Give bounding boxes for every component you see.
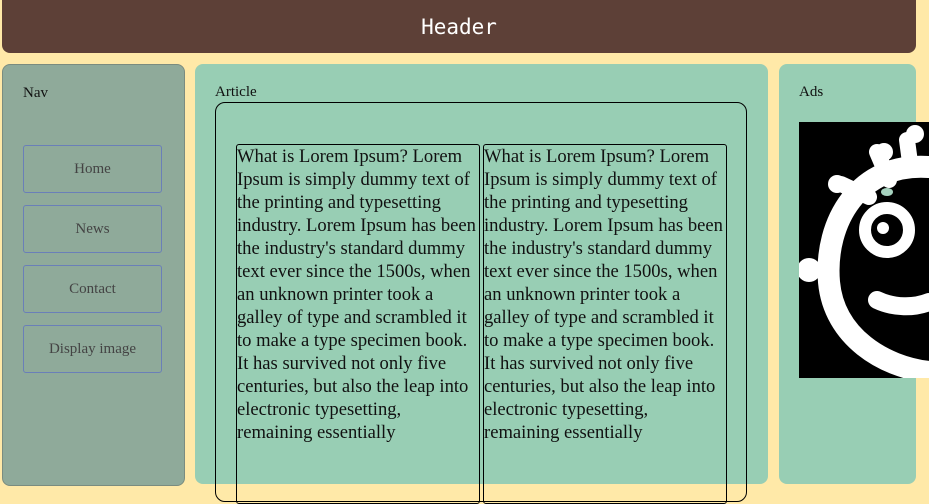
article-label: Article <box>215 84 257 100</box>
article-column-right: What is Lorem Ipsum? Lorem Ipsum is simp… <box>483 144 727 504</box>
header-title: Header <box>421 14 497 39</box>
nav-home-button[interactable]: Home <box>23 145 162 193</box>
nav-label: Nav <box>23 85 48 101</box>
ads-label: Ads <box>799 84 824 100</box>
article-frame: What is Lorem Ipsum? Lorem Ipsum is simp… <box>215 102 747 504</box>
header: Header <box>2 0 916 53</box>
article-panel: Article What is Lorem Ipsum? Lorem Ipsum… <box>195 64 768 504</box>
cartoon-face-icon <box>799 122 929 378</box>
nav-panel: Nav Home News Contact Display image <box>2 64 185 486</box>
nav-news-button[interactable]: News <box>23 205 162 253</box>
nav-contact-button[interactable]: Contact <box>23 265 162 313</box>
ad-image <box>799 122 929 378</box>
article-column-left: What is Lorem Ipsum? Lorem Ipsum is simp… <box>236 144 480 504</box>
nav-display-image-button[interactable]: Display image <box>23 325 162 373</box>
